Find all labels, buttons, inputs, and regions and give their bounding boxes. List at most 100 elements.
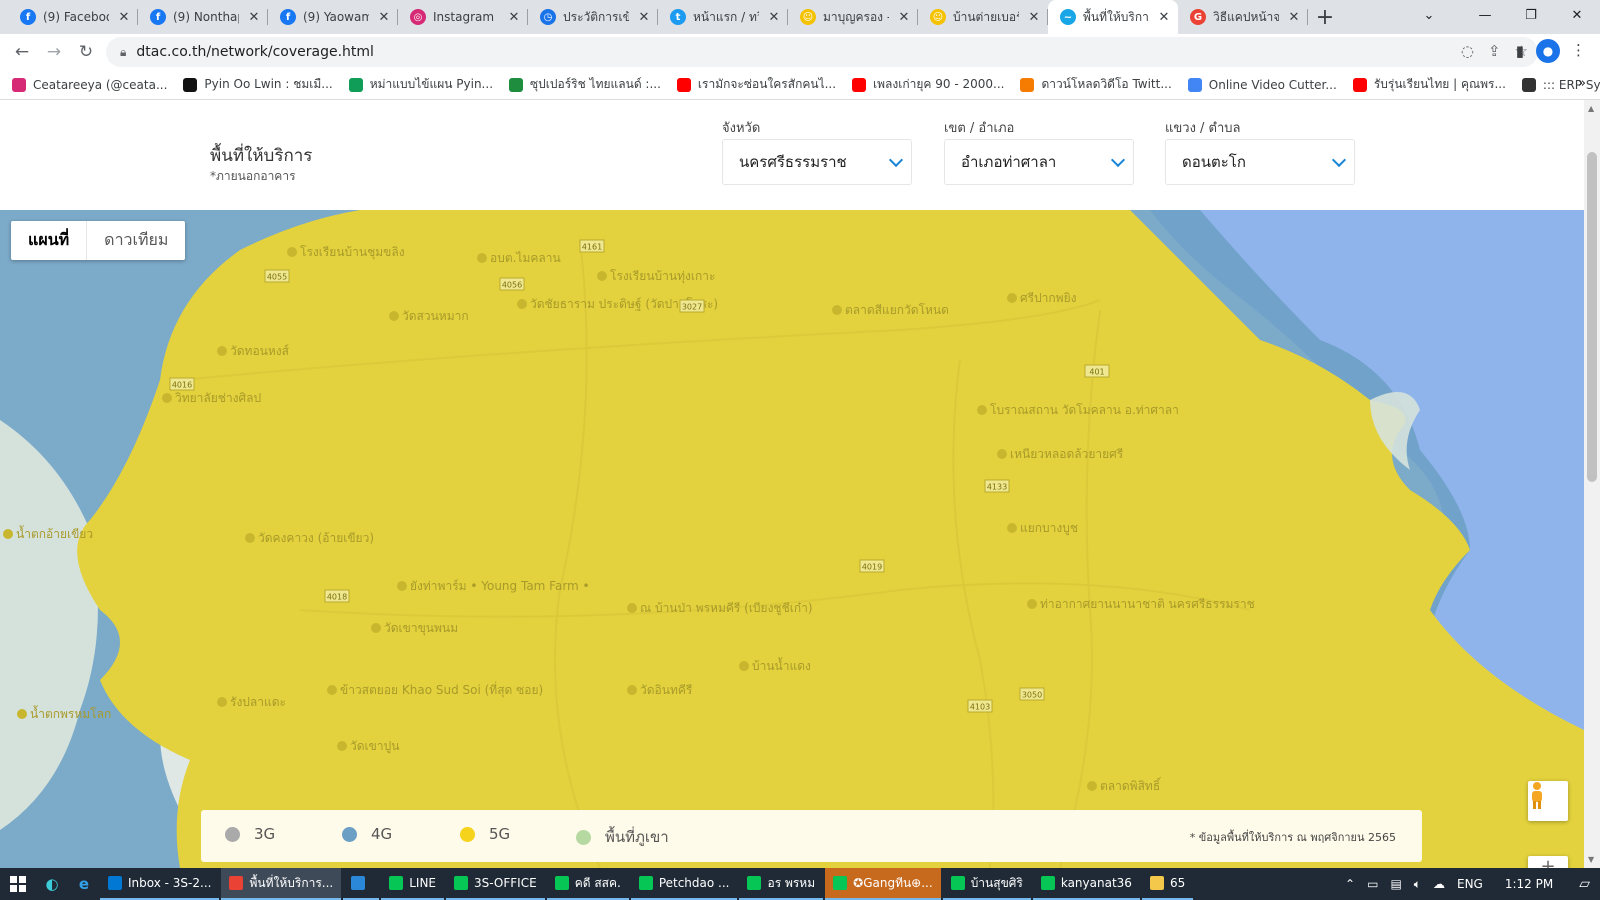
taskbar-app[interactable]: 3S-OFFICE [446,868,545,900]
back-button[interactable]: ← [6,36,38,68]
map-place-label[interactable]: บ้านน้ำแดง [752,657,811,673]
map-place-label[interactable]: แยกบางบูช [1020,521,1078,536]
share-icon[interactable]: ⇪ [1488,42,1501,60]
close-icon[interactable]: ✕ [116,10,132,25]
browser-tab[interactable]: ◷ ประวัติการเข้าชม ✕ [528,0,658,34]
reload-button[interactable]: ↻ [70,36,102,68]
map-place-label[interactable]: น้ำตกอ้ายเขียว [16,525,93,541]
map-place-label[interactable]: วัดเขาปูน [350,739,399,754]
show-hidden-icons-icon[interactable]: ⌃ [1345,877,1355,891]
map-pin-icon[interactable] [217,346,227,356]
taskbar-app[interactable]: Petchdao ... [630,868,738,900]
map-place-label[interactable]: ศรีปากพยิง [1020,291,1076,305]
map-pin-icon[interactable] [389,311,399,321]
close-icon[interactable]: ✕ [1286,10,1302,25]
coverage-map[interactable]: โรงเรียนบ้านชุมขลิง อบต.ไมคลาน โรงเรียนบ้า… [0,210,1584,868]
map-place-label[interactable]: วัดสวนหมาก [402,309,469,323]
taskbar-app[interactable]: คดี สสค. [546,868,629,900]
map-pin-icon[interactable] [217,697,227,707]
close-window-button[interactable]: ✕ [1554,0,1600,30]
bookmark-item[interactable]: Pyin Oo Lwin : ชมเมื... [183,75,333,94]
taskbar-app[interactable]: LINE [381,868,445,900]
close-icon[interactable]: ✕ [1156,10,1172,25]
map-place-label[interactable]: โรงเรียนบ้านทุ่งเกาะ [610,269,715,284]
map-type-map-button[interactable]: แผนที่ [11,221,88,260]
browser-tab[interactable]: t หน้าแรก / ทวิต ✕ [658,0,788,34]
browser-tab[interactable]: G วิธีแคปหน้าจอ ✕ [1178,0,1308,34]
scroll-thumb[interactable] [1587,152,1597,482]
more-bookmarks-icon[interactable]: » [1578,76,1586,91]
map-pin-icon[interactable] [1007,523,1017,533]
map-place-label[interactable]: โบราณสถาน วัดโมคลาน อ.ท่าศาลา [990,403,1179,417]
map-place-label[interactable]: วัดเขาขุนพนม [384,621,458,636]
province-select[interactable]: นครศรีธรรมราช [722,139,912,185]
map-pin-icon[interactable] [627,685,637,695]
taskbar-app[interactable]: บ้านสุขศิริ [942,868,1031,900]
browser-tab[interactable]: ☺ มาบุญครอง - P ✕ [788,0,918,34]
browser-tab[interactable]: ~ พื้นที่ให้บริการ ✕ [1048,0,1178,34]
volume-icon[interactable]: 🔈︎ [1414,877,1421,892]
close-icon[interactable]: ✕ [506,10,522,25]
bookmark-item[interactable]: ::: ERP System OF 3... [1521,75,1600,94]
scroll-down-arrow-icon[interactable]: ▼ [1588,855,1594,864]
map-pin-icon[interactable] [1087,781,1097,791]
street-view-pegman-icon[interactable] [1528,781,1568,821]
close-icon[interactable]: ✕ [766,10,782,25]
taskbar-app[interactable]: พื้นที่ให้บริการ... [221,868,342,900]
bookmark-item[interactable]: รับรุ่นเรียนไทย | คุณพร... [1352,75,1506,94]
zoom-in-button[interactable]: + [1528,856,1568,868]
map-pin-icon[interactable] [977,405,987,415]
network-icon[interactable]: ▤ [1390,877,1401,891]
internet-explorer-icon[interactable]: e [68,868,100,900]
map-place-label[interactable]: วัดคงคาวง (อ้ายเขียว) [258,531,374,545]
map-pin-icon[interactable] [517,299,527,309]
map-canvas[interactable]: โรงเรียนบ้านชุมขลิง อบต.ไมคลานโรงเรียนบ้า… [0,210,1584,868]
close-icon[interactable]: ✕ [896,10,912,25]
map-pin-icon[interactable] [371,623,381,633]
bookmark-item[interactable]: ดาวน์โหลดวิดีโอ Twitt... [1020,75,1172,94]
onedrive-icon[interactable]: ☁ [1433,877,1445,891]
map-type-satellite-button[interactable]: ดาวเทียม [87,221,185,260]
battery-icon[interactable]: ▭ [1367,877,1378,891]
address-bar[interactable]: 🔒︎ dtac.co.th/network/coverage.html ◌ ⇪ … [106,37,1538,67]
browser-tab[interactable]: ☺ บ้านต่ายเบอร์สี ✕ [918,0,1048,34]
map-pin-icon[interactable] [477,253,487,263]
taskbar-app[interactable]: อร พรหม [739,868,824,900]
map-pin-icon[interactable] [597,271,607,281]
map-place-label[interactable]: ยังท่าพาร์ม • Young Tam Farm • [410,579,590,593]
map-place-label[interactable]: เหนียวหลอดล้วยายศรี [1010,447,1124,461]
close-icon[interactable]: ✕ [1026,10,1042,25]
forward-button[interactable]: → [38,36,70,68]
notification-icon[interactable]: ▱ [1579,876,1590,892]
map-place-label[interactable]: ข้าวสตยอย Khao Sud Soi (ที่สุด ซอย) [340,681,543,698]
bookmark-item[interactable]: Online Video Cutter... [1187,75,1337,94]
browser-tab[interactable]: f (9) Facebook ✕ [8,0,138,34]
bookmark-item[interactable]: หม่าแบบไข้แผน Pyin... [348,75,493,94]
windows-start-icon[interactable] [0,868,36,900]
map-pin-icon[interactable] [997,449,1007,459]
bookmark-item[interactable]: ซุปเปอร์ริช ไทยแลนด์ :... [509,75,661,94]
close-icon[interactable]: ✕ [376,10,392,25]
close-icon[interactable]: ✕ [636,10,652,25]
language-indicator[interactable]: ENG [1457,877,1483,891]
edge-icon[interactable]: ◐ [36,868,68,900]
taskbar-app[interactable]: Inbox - 3S-2... [100,868,220,900]
map-place-label[interactable]: ณ บ้านป่า พรหมคีรี (เบียงชูชีเก๋า) [640,601,813,616]
menu-dots-icon[interactable]: ⋮ [1571,41,1586,59]
taskbar-app[interactable]: ✪Gangทีน⊕... [825,868,941,900]
minimize-button[interactable]: — [1462,0,1508,30]
map-place-label[interactable]: รังปลาแดะ [230,695,286,709]
restore-button[interactable]: ❐ [1508,0,1554,30]
map-pin-icon[interactable] [245,533,255,543]
browser-tab[interactable]: ◎ Instagram ✕ [398,0,528,34]
browser-tab[interactable]: f (9) Nonthapa ✕ [138,0,268,34]
close-icon[interactable]: ✕ [246,10,262,25]
taskbar-app[interactable]: 65 [1141,868,1194,900]
eye-slash-icon[interactable]: ◌ [1461,42,1474,60]
bookmark-item[interactable]: เพลงเก่ายุค 90 - 2000... [852,75,1004,94]
map-place-label[interactable]: วิทยาลัยช่างศิลป [175,391,261,405]
map-place-label[interactable]: ตลาดสีแยกวัดโหนด [845,303,949,317]
map-place-label[interactable]: อบต.ไมคลาน [490,251,561,265]
map-place-label[interactable]: น้ำตกพรหมโลก [30,705,111,721]
map-pin-icon[interactable] [17,709,27,719]
